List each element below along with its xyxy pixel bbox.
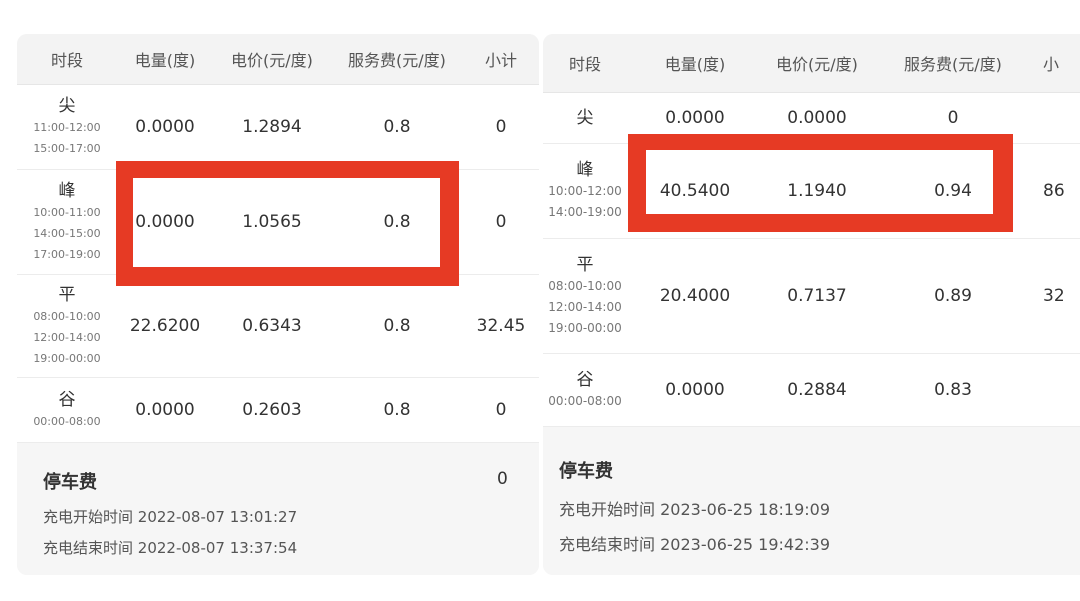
header-service: 服务费(元/度) <box>904 55 1002 74</box>
highlight-box-left <box>116 161 459 286</box>
table-row: 谷 00:00-08:00 0.0000 0.2884 0.83 <box>543 354 1080 427</box>
service-value: 0.8 <box>383 400 411 420</box>
service-value: 0.89 <box>934 286 972 306</box>
table-row: 平 08:00-10:00 12:00-14:00 19:00-00:00 20… <box>543 239 1080 354</box>
period-name: 谷 <box>576 369 594 390</box>
table-header: 时段 电量(度) 电价(元/度) 服务费(元/度) 小计 <box>17 34 539 85</box>
start-time-value: 2022-08-07 13:01:27 <box>137 508 298 526</box>
period-cell: 峰 10:00-12:00 14:00-19:00 <box>543 144 627 238</box>
table-row: 谷 00:00-08:00 0.0000 0.2603 0.8 0 <box>17 378 539 443</box>
header-kwh: 电量(度) <box>664 55 726 74</box>
price-value: 0.2884 <box>787 380 847 400</box>
price-value: 0.6343 <box>242 316 302 336</box>
period-cell: 平 08:00-10:00 12:00-14:00 19:00-00:00 <box>543 239 627 353</box>
subtotal-value: 86 <box>1043 181 1065 201</box>
kwh-value: 22.6200 <box>129 316 201 336</box>
header-subtotal: 小 <box>1043 55 1060 74</box>
period-cell: 峰 10:00-11:00 14:00-15:00 17:00-19:00 <box>17 170 117 274</box>
header-subtotal: 小计 <box>484 51 517 70</box>
period-name: 峰 <box>576 160 594 180</box>
period-range: 10:00-11:00 <box>33 205 101 219</box>
period-name: 平 <box>58 284 76 305</box>
start-time: 充电开始时间 2022-08-07 13:01:27 <box>43 506 297 527</box>
header-price: 电价(元/度) <box>776 55 858 74</box>
period-range: 17:00-19:00 <box>33 247 101 261</box>
parking-fee-label: 停车费 <box>43 472 97 493</box>
service-value: 0.8 <box>383 316 411 336</box>
charge-summary: 停车费 充电开始时间 2023-06-25 18:19:09 充电结束时间 20… <box>543 427 1080 575</box>
period-name: 尖 <box>58 96 76 116</box>
period-name: 尖 <box>576 108 594 128</box>
subtotal-value: 32 <box>1043 286 1065 306</box>
header-service: 服务费(元/度) <box>348 51 446 70</box>
subtotal-value: 0 <box>495 400 507 420</box>
price-value: 1.2894 <box>242 117 302 137</box>
end-time-value: 2022-08-07 13:37:54 <box>137 539 298 557</box>
subtotal-value: 32.45 <box>476 316 526 336</box>
start-time: 充电开始时间 2023-06-25 18:19:09 <box>559 496 830 520</box>
period-name: 峰 <box>58 180 76 201</box>
end-time-value: 2023-06-25 19:42:39 <box>660 535 831 554</box>
start-time-label: 充电开始时间 <box>43 508 134 526</box>
header-kwh: 电量(度) <box>134 51 196 70</box>
period-cell: 平 08:00-10:00 12:00-14:00 19:00-00:00 <box>17 275 117 377</box>
period-range: 08:00-10:00 <box>33 309 101 323</box>
start-time-label: 充电开始时间 <box>559 500 656 519</box>
charge-summary: 停车费 0 充电开始时间 2022-08-07 13:01:27 充电结束时间 … <box>17 444 539 575</box>
table-row: 平 08:00-10:00 12:00-14:00 19:00-00:00 22… <box>17 275 539 378</box>
billing-table-2022: 时段 电量(度) 电价(元/度) 服务费(元/度) 小计 尖 11:00-12:… <box>17 34 539 575</box>
header-price: 电价(元/度) <box>231 51 313 70</box>
period-cell: 尖 11:00-12:00 15:00-17:00 <box>17 85 117 169</box>
period-cell: 谷 00:00-08:00 <box>17 378 117 442</box>
price-value: 0.7137 <box>787 286 847 306</box>
period-range: 14:00-19:00 <box>548 205 622 219</box>
period-range: 12:00-14:00 <box>33 330 101 344</box>
end-time-label: 充电结束时间 <box>559 535 656 554</box>
end-time-label: 充电结束时间 <box>43 539 134 557</box>
end-time: 充电结束时间 2023-06-25 19:42:39 <box>559 531 830 555</box>
kwh-value: 0.0000 <box>135 117 195 137</box>
period-cell: 尖 <box>543 93 627 143</box>
kwh-value: 20.4000 <box>659 286 731 306</box>
start-time-value: 2023-06-25 18:19:09 <box>660 500 831 519</box>
parking-fee-label: 停车费 <box>559 461 613 482</box>
table-header: 时段 电量(度) 电价(元/度) 服务费(元/度) 小 <box>543 34 1080 93</box>
period-range: 10:00-12:00 <box>548 184 622 198</box>
period-range: 15:00-17:00 <box>33 142 101 155</box>
period-range: 11:00-12:00 <box>33 121 101 134</box>
period-range: 08:00-10:00 <box>548 278 622 293</box>
service-value: 0.83 <box>934 380 972 400</box>
kwh-value: 0.0000 <box>665 380 725 400</box>
header-period: 时段 <box>568 55 601 74</box>
period-range: 19:00-00:00 <box>33 351 101 365</box>
subtotal-value: 0 <box>495 212 507 232</box>
parking-fee-value: 0 <box>497 469 508 489</box>
period-range: 00:00-08:00 <box>33 414 101 428</box>
end-time: 充电结束时间 2022-08-07 13:37:54 <box>43 537 297 558</box>
billing-table-2023: 时段 电量(度) 电价(元/度) 服务费(元/度) 小 尖 0.0000 0.0… <box>543 34 1080 575</box>
highlight-box-right <box>628 134 1013 232</box>
period-cell: 谷 00:00-08:00 <box>543 354 627 426</box>
period-range: 12:00-14:00 <box>548 299 622 314</box>
kwh-value: 0.0000 <box>135 400 195 420</box>
period-range: 00:00-08:00 <box>548 393 622 408</box>
period-range: 19:00-00:00 <box>548 320 622 335</box>
period-name: 谷 <box>58 389 76 410</box>
subtotal-value: 0 <box>495 117 507 137</box>
price-value: 0.2603 <box>242 400 302 420</box>
service-value: 0.8 <box>383 117 411 137</box>
table-row: 尖 11:00-12:00 15:00-17:00 0.0000 1.2894 … <box>17 85 539 170</box>
period-range: 14:00-15:00 <box>33 226 101 240</box>
header-period: 时段 <box>50 51 83 70</box>
period-name: 平 <box>576 254 594 275</box>
